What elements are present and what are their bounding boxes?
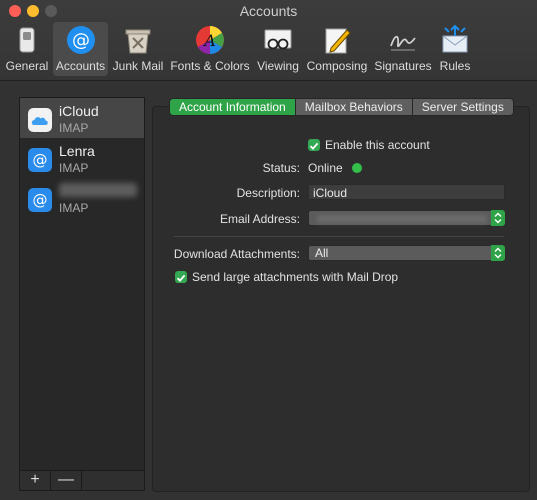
accounts-list-footer: + —: [20, 470, 144, 490]
window-titlebar: Accounts General @ Accounts Junk Mail A …: [0, 0, 537, 81]
accounts-list[interactable]: iCloud IMAP @ Lenra IMAP @ IMAP + —: [19, 97, 145, 491]
enable-account-label: Enable this account: [325, 138, 430, 152]
checkmark-icon: [309, 142, 319, 150]
download-attachments-popup[interactable]: All: [308, 245, 505, 261]
status-online-indicator: [352, 163, 362, 173]
email-address-label: Email Address:: [219, 212, 300, 226]
description-field[interactable]: iCloud: [308, 184, 505, 200]
account-row-redacted[interactable]: @ IMAP: [20, 178, 144, 218]
account-type: IMAP: [59, 201, 89, 215]
description-label: Description:: [236, 186, 300, 200]
cloud-icon: [28, 108, 52, 132]
tab-account-information[interactable]: Account Information: [169, 98, 296, 116]
toolbar-composing[interactable]: Composing: [305, 22, 369, 76]
tab-server-settings[interactable]: Server Settings: [412, 98, 514, 116]
account-row-icloud[interactable]: iCloud IMAP: [20, 98, 144, 138]
toolbar-label: Accounts: [55, 59, 106, 73]
toolbar-label: Fonts & Colors: [170, 59, 250, 73]
window-title: Accounts: [239, 3, 298, 19]
pencil-icon: [325, 28, 351, 54]
toolbar-label: Signatures: [374, 59, 432, 73]
at-sign-icon: @: [28, 148, 52, 172]
checkmark-icon: [176, 274, 186, 282]
toolbar-fonts-colors[interactable]: A Fonts & Colors: [168, 22, 252, 76]
enable-account-checkbox[interactable]: [308, 139, 320, 151]
toolbar-signatures[interactable]: Signatures: [372, 22, 434, 76]
account-row-lenra[interactable]: @ Lenra IMAP: [20, 138, 144, 178]
account-name: iCloud: [59, 103, 99, 119]
signature-icon: [390, 35, 416, 51]
redacted-account-name: [59, 183, 137, 197]
toolbar-label: Junk Mail: [112, 59, 164, 73]
add-account-button[interactable]: +: [20, 471, 51, 490]
toolbar-accounts[interactable]: @ Accounts: [53, 22, 108, 76]
account-name: Lenra: [59, 143, 95, 159]
color-wheel-icon: A: [196, 26, 224, 54]
redacted-email: [317, 215, 487, 223]
svg-text:@: @: [33, 151, 48, 169]
account-tabs: Account Information Mailbox Behaviors Se…: [169, 98, 514, 116]
svg-text:@: @: [72, 30, 90, 51]
svg-text:A: A: [202, 31, 216, 50]
trash-icon: [125, 29, 151, 54]
tab-mailbox-behaviors[interactable]: Mailbox Behaviors: [295, 98, 413, 116]
at-sign-icon: @: [28, 188, 52, 212]
status-label: Status:: [262, 161, 300, 175]
switch-icon: [19, 27, 35, 53]
envelope-arrows-icon: [442, 24, 468, 53]
form-separator: [174, 236, 504, 237]
account-type: IMAP: [59, 161, 89, 175]
toolbar-label: Rules: [439, 59, 471, 73]
at-sign-icon: @: [66, 26, 95, 54]
glasses-icon: [264, 29, 292, 50]
email-popup-stepper[interactable]: [491, 210, 505, 226]
chevron-updown-icon: [494, 247, 502, 259]
mail-drop-label: Send large attachments with Mail Drop: [192, 270, 399, 284]
toolbar-general[interactable]: General: [4, 22, 50, 76]
download-attachments-label: Download Attachments:: [173, 247, 300, 261]
account-type: IMAP: [59, 121, 89, 135]
chevron-updown-icon: [494, 212, 502, 224]
remove-account-button[interactable]: —: [51, 471, 82, 490]
mail-drop-checkbox[interactable]: [175, 271, 187, 283]
toolbar-rules[interactable]: Rules: [436, 22, 474, 76]
toolbar-label: Viewing: [257, 59, 299, 73]
status-value: Online: [308, 161, 343, 175]
toolbar-viewing[interactable]: Viewing: [254, 22, 302, 76]
toolbar-junk-mail[interactable]: Junk Mail: [111, 22, 165, 76]
email-address-popup[interactable]: [308, 210, 505, 226]
toolbar-label: Composing: [306, 59, 368, 73]
download-popup-stepper[interactable]: [491, 245, 505, 261]
svg-text:@: @: [33, 191, 48, 209]
toolbar-label: General: [5, 59, 49, 73]
download-attachments-value: All: [315, 246, 329, 260]
